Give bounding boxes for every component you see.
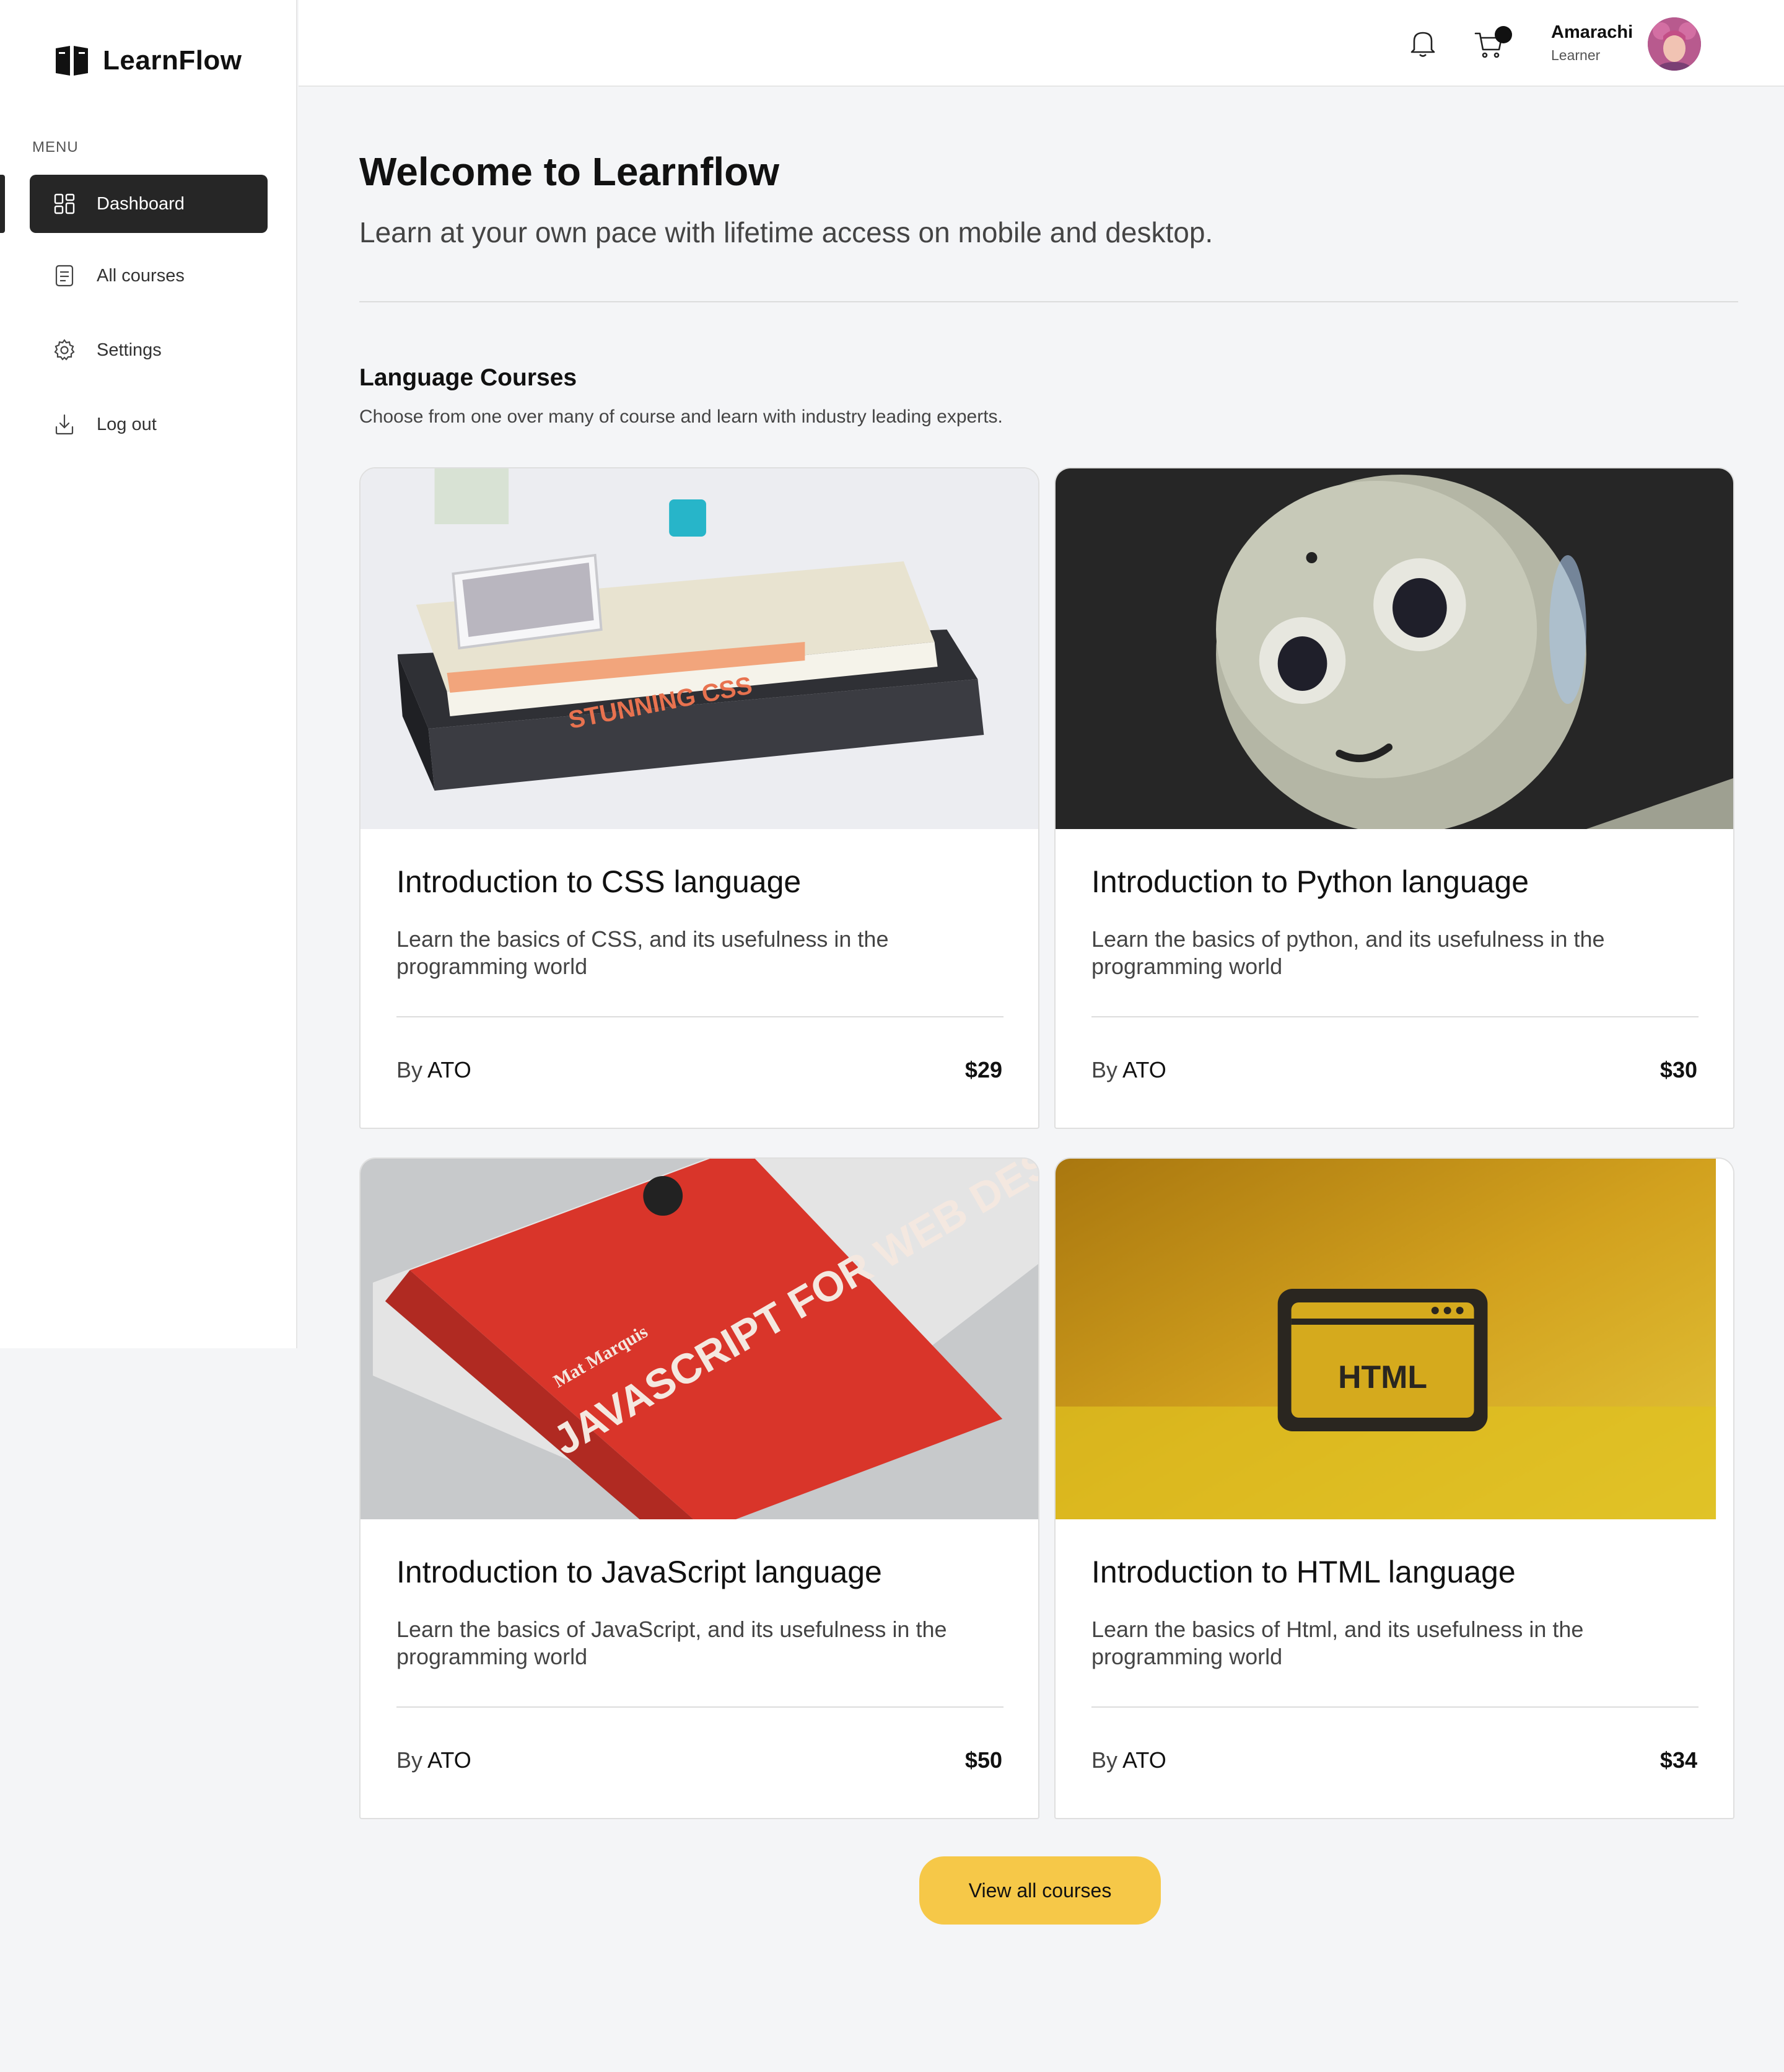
top-bar <box>299 0 1784 87</box>
page-subtitle: Learn at your own pace with lifetime acc… <box>359 216 1213 248</box>
course-description: Learn the basics of JavaScript, and its … <box>396 1617 947 1669</box>
gear-icon <box>54 339 75 361</box>
course-description: Learn the basics of Html, and its useful… <box>1091 1617 1584 1669</box>
course-title[interactable]: Introduction to JavaScript language <box>396 1554 882 1590</box>
course-description: Learn the basics of CSS, and its usefuln… <box>396 926 889 979</box>
section-title: Language Courses <box>359 364 577 391</box>
robot-photo <box>1056 468 1733 829</box>
course-card-javascript[interactable]: JAVASCRIPT FOR WEB DESIGNERS Mat Marquis… <box>359 1157 1039 1819</box>
sidebar-item-label: All courses <box>97 265 185 286</box>
author-name: ATO <box>427 1747 471 1773</box>
html-sign-text: HTML <box>1338 1359 1427 1395</box>
card-divider <box>396 1016 1004 1017</box>
course-author: By ATO <box>1091 1747 1166 1773</box>
course-description: Learn the basics of python, and its usef… <box>1091 926 1605 979</box>
bell-icon[interactable] <box>1408 27 1438 59</box>
by-label: By <box>1091 1747 1118 1773</box>
css-books-photo: STUNNING CSS <box>361 468 1038 829</box>
by-label: By <box>1091 1057 1118 1082</box>
courses-icon <box>55 265 74 287</box>
cart-badge <box>1495 26 1512 43</box>
section-subtitle: Choose from one over many of course and … <box>359 406 1003 427</box>
sidebar-item-dashboard[interactable]: Dashboard <box>30 175 268 233</box>
card-divider <box>396 1706 1004 1708</box>
brand-name: LearnFlow <box>103 45 242 76</box>
course-card-python[interactable]: Introduction to Python language Learn th… <box>1054 467 1734 1129</box>
course-price: $29 <box>964 1057 1002 1082</box>
course-card-html[interactable]: HTML Introduction to HTML language Learn… <box>1054 1157 1734 1819</box>
active-nav-indicator <box>0 175 5 233</box>
course-price: $50 <box>964 1747 1002 1773</box>
avatar[interactable] <box>1648 17 1701 71</box>
by-label: By <box>396 1747 423 1773</box>
by-label: By <box>396 1057 423 1082</box>
sidebar-item-logout[interactable]: Log out <box>30 395 268 454</box>
author-name: ATO <box>1122 1057 1166 1082</box>
course-author: By ATO <box>396 1747 471 1773</box>
sidebar-item-settings[interactable]: Settings <box>30 321 268 379</box>
course-title[interactable]: Introduction to HTML language <box>1091 1554 1516 1590</box>
sidebar-item-label: Settings <box>97 340 162 360</box>
html-sign-photo: HTML <box>1056 1159 1733 1519</box>
javascript-book-photo: JAVASCRIPT FOR WEB DESIGNERS Mat Marquis <box>361 1159 1038 1519</box>
open-book-icon <box>56 46 88 76</box>
brand-logo[interactable]: LearnFlow <box>53 43 242 78</box>
course-title[interactable]: Introduction to Python language <box>1091 864 1529 900</box>
course-title[interactable]: Introduction to CSS language <box>396 864 801 900</box>
course-card-css[interactable]: STUNNING CSS Introduction to CSS languag… <box>359 467 1039 1129</box>
divider <box>359 301 1738 302</box>
card-divider <box>1091 1016 1699 1017</box>
course-author: By ATO <box>396 1057 471 1083</box>
sidebar-item-all-courses[interactable]: All courses <box>30 247 268 305</box>
course-price: $30 <box>1659 1057 1697 1082</box>
user-name[interactable]: Amarachi <box>1551 22 1633 43</box>
course-price: $34 <box>1659 1747 1697 1773</box>
view-all-courses-button[interactable]: View all courses <box>919 1856 1161 1925</box>
logout-icon <box>55 414 74 435</box>
sidebar: LearnFlow MENU Dashboard All courses Set… <box>0 0 297 1348</box>
author-name: ATO <box>427 1057 471 1082</box>
course-author: By ATO <box>1091 1057 1166 1083</box>
dashboard-icon <box>54 193 75 214</box>
author-name: ATO <box>1122 1747 1166 1773</box>
page-title: Welcome to Learnflow <box>359 149 780 194</box>
sidebar-item-label: Log out <box>97 414 157 434</box>
card-divider <box>1091 1706 1699 1708</box>
sidebar-item-label: Dashboard <box>97 193 185 214</box>
menu-label: MENU <box>32 139 79 156</box>
user-role: Learner <box>1551 47 1601 63</box>
